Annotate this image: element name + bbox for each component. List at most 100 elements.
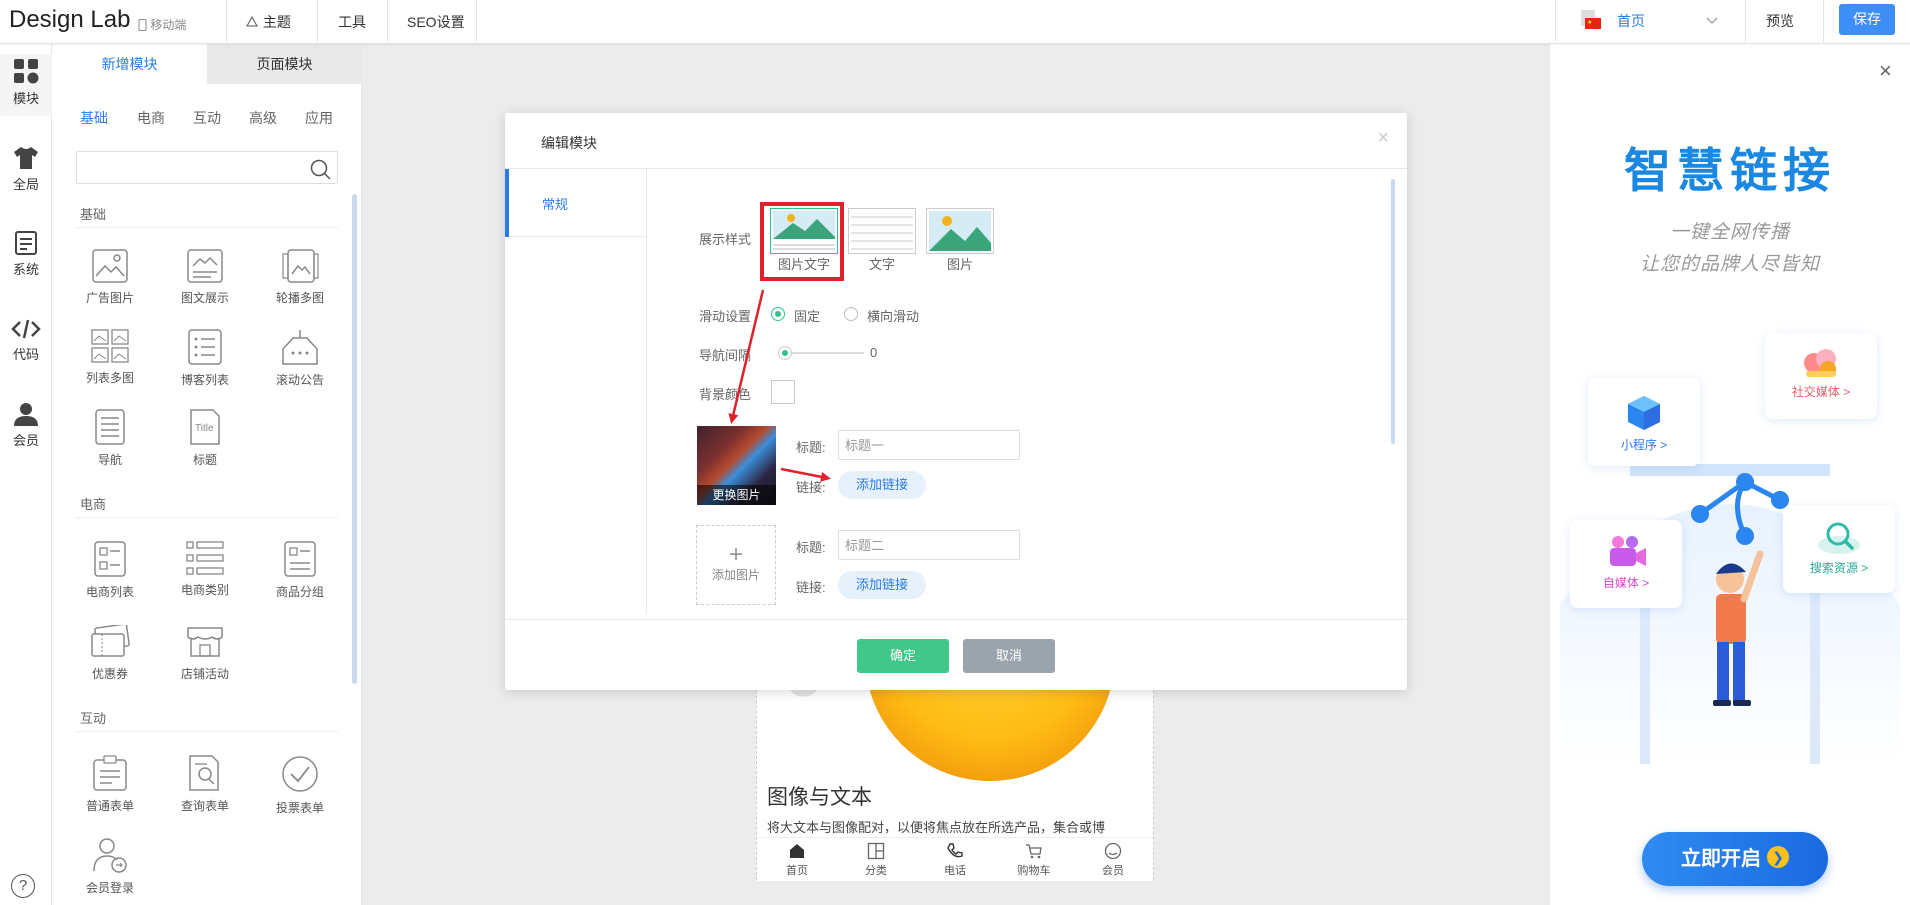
rail-modules[interactable]: 模块 — [0, 54, 52, 116]
phone-nav-cart[interactable]: 购物车 — [1004, 842, 1064, 878]
style-label: 图片 — [946, 257, 973, 272]
rail-global[interactable]: 全局 — [0, 146, 52, 193]
preview-button[interactable]: 预览 — [1766, 11, 1794, 31]
module-search-input[interactable] — [76, 151, 338, 184]
left-rail: 模块 全局 系统 代码 会员 — [0, 44, 52, 905]
rail-code[interactable]: 代码 — [0, 318, 52, 363]
rail-member[interactable]: 会员 — [0, 402, 52, 449]
start-now-button[interactable]: 立即开启 ❯ — [1642, 832, 1828, 886]
module-product-group[interactable]: 商品分组 — [260, 541, 340, 600]
module-label: 电商类别 — [180, 583, 229, 597]
module-navigation[interactable]: 导航 — [70, 409, 150, 468]
item1-add-link-button[interactable]: 添加链接 — [838, 471, 926, 499]
confirm-button[interactable]: 确定 — [857, 639, 949, 673]
theme-icon — [246, 15, 258, 27]
item2-title-label: 标题: — [796, 540, 826, 555]
category-interactive[interactable]: 互动 — [193, 108, 221, 128]
module-member-login[interactable]: 会员登录 — [70, 837, 150, 896]
promo-card-label: 社交媒体 > — [1791, 385, 1851, 399]
seo-menu[interactable]: SEO设置 — [407, 12, 465, 32]
item2-add-image[interactable]: + 添加图片 — [696, 525, 776, 605]
item2-title-input[interactable] — [838, 530, 1020, 560]
category-basic[interactable]: 基础 — [80, 108, 108, 128]
nav-gap-slider-handle[interactable] — [778, 346, 792, 360]
theme-menu[interactable]: 主题 — [245, 12, 291, 32]
chevron-down-icon[interactable] — [1705, 10, 1719, 30]
phone-nav-member[interactable]: 会员 — [1083, 842, 1143, 878]
radio-horizontal[interactable] — [844, 307, 858, 321]
dialog-title: 编辑模块 — [541, 135, 597, 151]
style-option-text[interactable]: 文字 — [848, 208, 916, 273]
module-notice[interactable]: 滚动公告 — [260, 329, 340, 388]
cancel-button[interactable]: 取消 — [963, 639, 1055, 673]
tab-page-modules[interactable]: 页面模块 — [207, 44, 362, 84]
rail-global-label: 全局 — [12, 177, 39, 192]
panel-scrollbar[interactable] — [352, 194, 357, 684]
category-apps[interactable]: 应用 — [305, 108, 333, 128]
nav-gap-slider-track[interactable] — [784, 352, 864, 354]
dialog-close-icon[interactable]: × — [1377, 127, 1389, 150]
module-ecom-category[interactable]: 电商类别 — [165, 541, 245, 598]
module-coupon[interactable]: 优惠券 — [70, 625, 150, 682]
module-blog-list[interactable]: 博客列表 — [165, 329, 245, 388]
promo-subtitle-2: 让您的品牌人尽皆知 — [1639, 254, 1820, 275]
module-image-text[interactable]: 图文展示 — [165, 249, 245, 306]
phone-nav-home[interactable]: 首页 — [767, 842, 827, 878]
module-query-form[interactable]: 查询表单 — [165, 755, 245, 814]
search-icon[interactable] — [309, 158, 331, 180]
category-ecommerce[interactable]: 电商 — [137, 108, 165, 128]
svg-text:Title: Title — [195, 423, 214, 434]
item2-add-link-button[interactable]: 添加链接 — [838, 571, 926, 599]
page-selector[interactable]: 首页 — [1617, 11, 1645, 31]
module-ad-image[interactable]: 广告图片 — [70, 249, 150, 306]
scroll-setting-label: 滑动设置 — [699, 309, 752, 324]
module-carousel[interactable]: 轮播多图 — [260, 249, 340, 306]
tools-menu[interactable]: 工具 — [338, 12, 366, 32]
radio-fixed-label[interactable]: 固定 — [794, 306, 820, 325]
promo-card-social[interactable]: 社交媒体 > — [1765, 333, 1877, 419]
bg-color-swatch[interactable] — [771, 380, 795, 404]
module-shop-event[interactable]: 店铺活动 — [165, 625, 245, 682]
module-vote-form[interactable]: 投票表单 — [260, 755, 340, 816]
save-button[interactable]: 保存 — [1839, 4, 1895, 35]
promo-card-mini-program[interactable]: 小程序 > — [1588, 378, 1700, 466]
tab-general[interactable]: 常规 — [542, 194, 568, 213]
module-title[interactable]: Title 标题 — [165, 409, 245, 468]
radio-horizontal-label[interactable]: 横向滑动 — [867, 306, 919, 325]
carousel-icon — [282, 249, 319, 283]
help-icon[interactable]: ? — [11, 874, 35, 898]
promo-illustration — [1560, 464, 1900, 764]
module-label: 列表多图 — [85, 371, 134, 385]
radio-fixed[interactable] — [771, 307, 785, 321]
rail-system[interactable]: 系统 — [0, 231, 52, 278]
image-icon — [92, 249, 128, 283]
style-option-image[interactable]: 图片 — [926, 208, 994, 273]
dialog-side-tab[interactable] — [505, 169, 647, 237]
title-icon: Title — [190, 409, 220, 445]
module-list-images[interactable]: 列表多图 — [70, 329, 150, 386]
module-label: 电商列表 — [85, 585, 134, 599]
dialog-scrollbar[interactable] — [1391, 179, 1395, 444]
tab-new-modules[interactable]: 新增模块 — [52, 44, 207, 84]
promo-close-icon[interactable]: × — [1879, 58, 1892, 84]
item1-image[interactable]: 更换图片 — [697, 426, 776, 505]
product-group-icon — [284, 541, 316, 577]
category-advanced[interactable]: 高级 — [249, 108, 277, 128]
shop-icon — [187, 627, 223, 657]
change-image-button[interactable]: 更换图片 — [697, 485, 776, 505]
cube-icon — [1628, 396, 1660, 430]
phone-nav-category[interactable]: 分类 — [846, 842, 906, 878]
mobile-toggle[interactable]: 移动端 — [138, 16, 186, 33]
china-flag-icon[interactable]: ★ — [1579, 9, 1603, 31]
promo-card-self-media[interactable]: 自媒体 > — [1570, 520, 1682, 608]
brand-logo[interactable]: Design Lab — [9, 6, 130, 34]
module-form[interactable]: 普通表单 — [70, 755, 150, 814]
promo-card-search[interactable]: 搜索资源 > — [1783, 505, 1895, 593]
nav-gap-label: 导航间隔 — [699, 348, 752, 363]
phone-nav-phone[interactable]: 电话 — [925, 842, 985, 878]
section-interactive-title: 互动 — [80, 711, 107, 726]
item1-title-input[interactable] — [838, 430, 1020, 460]
module-label: 投票表单 — [275, 801, 324, 815]
module-ecom-list[interactable]: 电商列表 — [70, 541, 150, 600]
display-style-label: 展示样式 — [699, 232, 752, 247]
